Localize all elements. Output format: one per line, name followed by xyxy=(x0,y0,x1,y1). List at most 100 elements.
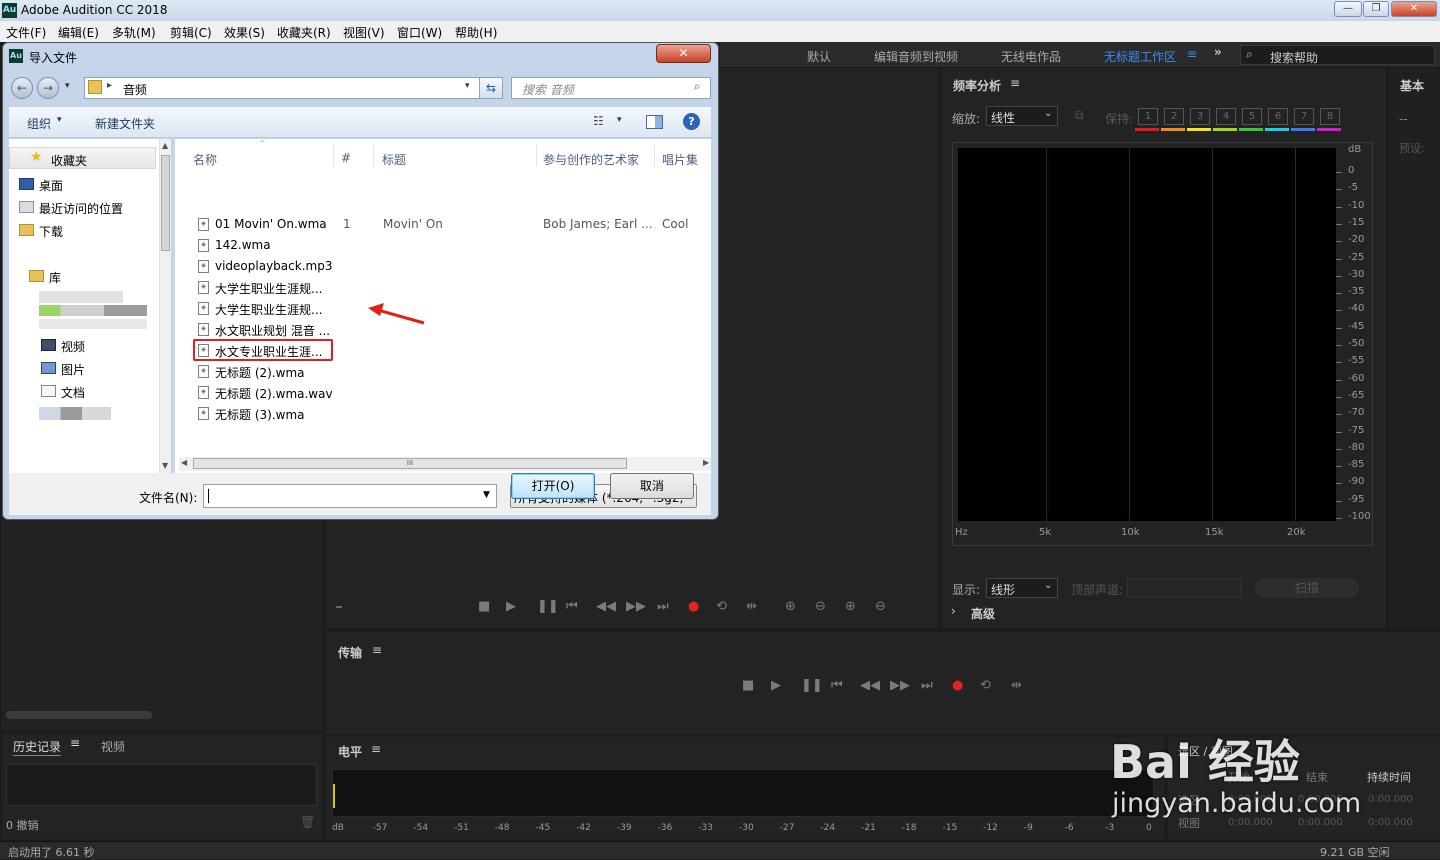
nav-item-pictures[interactable]: 图片 xyxy=(41,361,85,378)
hold-slot-2[interactable]: 2 xyxy=(1164,108,1184,125)
address-dropdown-icon[interactable]: ▾ xyxy=(465,81,470,91)
stop-icon[interactable]: ■ xyxy=(478,599,490,614)
dialog-close-button[interactable]: ✕ xyxy=(656,44,711,63)
chevron-right-icon[interactable]: › xyxy=(951,604,956,618)
freq-menu-icon[interactable]: ≡ xyxy=(1010,76,1020,90)
nav-item-recent[interactable]: 最近访问的位置 xyxy=(19,200,123,217)
address-path[interactable]: 音频 xyxy=(123,81,147,98)
hold-slot-6[interactable]: 6 xyxy=(1268,108,1288,125)
minimize-button[interactable]: — xyxy=(1334,1,1362,17)
workspace-tab-default[interactable]: 默认 xyxy=(807,48,831,65)
pause-icon[interactable]: ❚❚ xyxy=(537,599,559,614)
menu-view[interactable]: 视图(V) xyxy=(343,24,385,41)
new-folder-button[interactable]: 新建文件夹 xyxy=(95,115,155,132)
view-options-icon[interactable]: ☷ xyxy=(593,114,604,128)
menu-edit[interactable]: 编辑(E) xyxy=(58,24,99,41)
hold-slot-8[interactable]: 8 xyxy=(1320,108,1340,125)
hold-slot-1[interactable]: 1 xyxy=(1138,108,1158,125)
favorites-header[interactable]: ★ 收藏夹 xyxy=(9,147,156,169)
nav-item-libraries[interactable]: 库 xyxy=(29,269,61,286)
tab-history[interactable]: 历史记录 xyxy=(13,738,62,756)
hamburger-menu-icon[interactable]: ≡ xyxy=(1187,47,1197,61)
history-dropdown-icon[interactable]: ▾ xyxy=(65,81,70,91)
workspace-tab-edit-video[interactable]: 编辑音频到视频 xyxy=(874,48,958,65)
zoom-out-time-icon[interactable]: ⊖ xyxy=(875,599,886,614)
nav-item-documents[interactable]: 文档 xyxy=(41,384,85,401)
fast-forward-icon[interactable]: ▶▶ xyxy=(626,599,646,614)
cancel-button[interactable]: 取消 xyxy=(610,473,694,499)
menu-multitrack[interactable]: 多轨(M) xyxy=(112,24,156,41)
zoom-in-amplitude-icon[interactable]: ⊕ xyxy=(785,599,796,614)
scale-dropdown[interactable]: 线性 ⌄ xyxy=(986,106,1058,126)
history-menu-icon[interactable]: ≡ xyxy=(70,736,80,750)
transport-record-icon[interactable]: ● xyxy=(952,678,963,693)
transport-skip-icon[interactable]: ⇹ xyxy=(1011,678,1022,693)
col-number[interactable]: # xyxy=(341,151,351,165)
close-window-button[interactable]: ✕ xyxy=(1391,1,1437,17)
col-album[interactable]: 唱片集 xyxy=(662,151,698,168)
scroll-right-icon[interactable]: ▶ xyxy=(703,458,709,467)
transport-play-icon[interactable]: ▶ xyxy=(771,678,781,693)
hold-slot-3[interactable]: 3 xyxy=(1190,108,1210,125)
menu-effects[interactable]: 效果(S) xyxy=(224,24,265,41)
address-bar[interactable]: ▸ 音频 ▾ xyxy=(84,77,503,99)
hold-slot-7[interactable]: 7 xyxy=(1294,108,1314,125)
zoom-in-time-icon[interactable]: ⊕ xyxy=(845,599,856,614)
display-dropdown[interactable]: 线形 ⌄ xyxy=(986,578,1058,598)
nav-scroll-thumb[interactable] xyxy=(161,155,170,251)
transport-stop-icon[interactable]: ■ xyxy=(742,678,754,693)
view-dropdown-icon[interactable]: ▾ xyxy=(617,115,622,125)
hold-slot-4[interactable]: 4 xyxy=(1216,108,1236,125)
workspace-tab-radio[interactable]: 无线电作品 xyxy=(1001,48,1061,65)
scroll-left-icon[interactable]: ◀ xyxy=(181,458,187,467)
scroll-down-icon[interactable]: ▼ xyxy=(162,461,168,470)
menu-favorites[interactable]: 收藏夹(R) xyxy=(277,24,331,41)
refresh-icon[interactable]: ⇆ xyxy=(479,77,503,99)
level-menu-icon[interactable]: ≡ xyxy=(371,742,381,756)
nav-item-downloads[interactable]: 下载 xyxy=(19,223,63,240)
nav-item-videos[interactable]: 视频 xyxy=(41,338,85,355)
tab-video[interactable]: 视频 xyxy=(101,738,125,755)
dialog-search-box[interactable]: 搜索 音频 ⌕ xyxy=(511,77,711,99)
filename-dropdown-icon[interactable]: ▼ xyxy=(483,490,490,500)
workspace-tab-untitled[interactable]: 无标题工作区 xyxy=(1104,48,1176,65)
trash-icon[interactable]: 🗑 xyxy=(300,815,315,829)
channel-dropdown[interactable] xyxy=(1127,578,1242,598)
advanced-toggle[interactable]: 高级 xyxy=(971,605,995,622)
filename-input[interactable]: ▼ xyxy=(203,484,497,508)
help-icon[interactable]: ? xyxy=(683,113,700,130)
transport-pause-icon[interactable]: ❚❚ xyxy=(801,678,823,693)
help-search-box[interactable]: ⌕ 搜索帮助 xyxy=(1240,45,1435,65)
play-icon[interactable]: ▶ xyxy=(506,599,516,614)
transport-go-start-icon[interactable]: ⏮ xyxy=(831,678,843,693)
hold-slot-5[interactable]: 5 xyxy=(1242,108,1262,125)
files-scrollbar[interactable] xyxy=(6,711,152,719)
back-icon[interactable]: ← xyxy=(11,77,33,99)
preview-pane-icon[interactable] xyxy=(646,115,663,129)
transport-go-end-icon[interactable]: ⏭ xyxy=(921,678,933,693)
loop-icon[interactable]: ⟲ xyxy=(716,599,727,614)
open-button[interactable]: 打开(O) xyxy=(511,473,595,499)
menu-help[interactable]: 帮助(H) xyxy=(455,24,497,41)
col-name[interactable]: 名称 xyxy=(193,151,217,168)
transport-loop-icon[interactable]: ⟲ xyxy=(980,678,991,693)
rewind-icon[interactable]: ◀◀ xyxy=(596,599,616,614)
more-workspaces-icon[interactable]: » xyxy=(1214,45,1222,59)
menu-window[interactable]: 窗口(W) xyxy=(397,24,442,41)
menu-file[interactable]: 文件(F) xyxy=(6,24,46,41)
transport-forward-icon[interactable]: ▶▶ xyxy=(890,678,910,693)
h-scroll-thumb[interactable]: III xyxy=(193,458,627,469)
col-artist[interactable]: 参与创作的艺术家 xyxy=(543,151,639,168)
forward-icon[interactable]: → xyxy=(37,77,59,99)
scroll-up-icon[interactable]: ▲ xyxy=(162,141,168,150)
zoom-out-amplitude-icon[interactable]: ⊖ xyxy=(815,599,826,614)
transport-menu-icon[interactable]: ≡ xyxy=(372,643,382,657)
col-title[interactable]: 标题 xyxy=(382,151,406,168)
menu-clip[interactable]: 剪辑(C) xyxy=(170,24,212,41)
go-end-icon[interactable]: ⏭ xyxy=(657,599,669,614)
record-icon[interactable]: ● xyxy=(688,599,699,614)
go-start-icon[interactable]: ⏮ xyxy=(566,599,578,614)
skip-icon[interactable]: ⇹ xyxy=(746,599,757,614)
maximize-button[interactable]: ❐ xyxy=(1363,1,1389,17)
hold-toggle-icon[interactable]: ⧉ xyxy=(1075,108,1084,123)
